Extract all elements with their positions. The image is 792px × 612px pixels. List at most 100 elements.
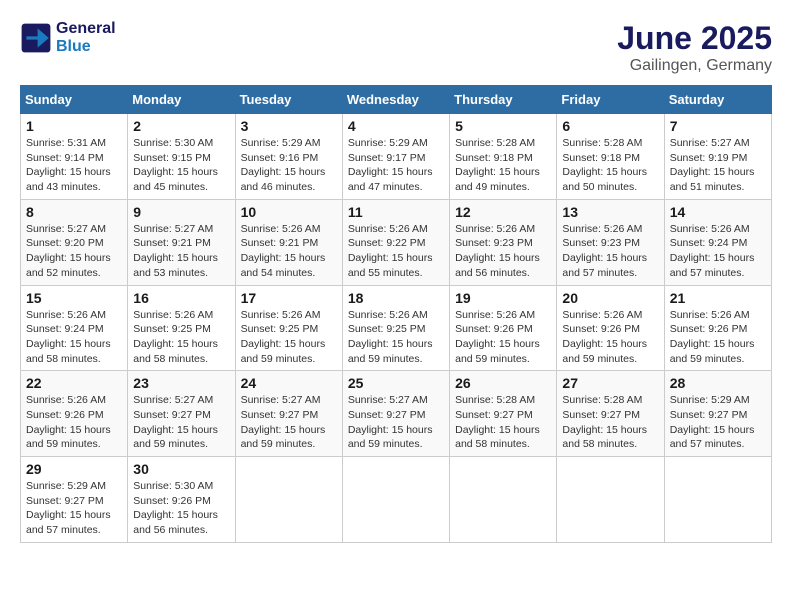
day-number: 27 [562,375,658,391]
calendar-cell: 15 Sunrise: 5:26 AMSunset: 9:24 PMDayligh… [21,285,128,371]
weekday-header: Sunday [21,86,128,114]
day-info: Sunrise: 5:27 AMSunset: 9:19 PMDaylight:… [670,136,766,195]
day-number: 9 [133,204,229,220]
day-number: 7 [670,118,766,134]
day-info: Sunrise: 5:26 AMSunset: 9:26 PMDaylight:… [670,308,766,367]
day-info: Sunrise: 5:29 AMSunset: 9:27 PMDaylight:… [26,479,122,538]
calendar-cell: 5 Sunrise: 5:28 AMSunset: 9:18 PMDaylight… [450,114,557,200]
day-number: 21 [670,290,766,306]
logo-icon [20,22,52,54]
month-title: June 2025 [617,20,772,57]
calendar-cell: 7 Sunrise: 5:27 AMSunset: 9:19 PMDaylight… [664,114,771,200]
logo: General Blue [20,20,116,56]
day-info: Sunrise: 5:29 AMSunset: 9:16 PMDaylight:… [241,136,337,195]
weekday-header: Wednesday [342,86,449,114]
weekday-header: Monday [128,86,235,114]
calendar-week-row: 8 Sunrise: 5:27 AMSunset: 9:20 PMDaylight… [21,199,772,285]
calendar-cell: 8 Sunrise: 5:27 AMSunset: 9:20 PMDaylight… [21,199,128,285]
day-number: 4 [348,118,444,134]
day-info: Sunrise: 5:26 AMSunset: 9:23 PMDaylight:… [562,222,658,281]
calendar-cell: 9Sunrise: 5:27 AMSunset: 9:21 PMDaylight… [128,199,235,285]
calendar-cell: 29 Sunrise: 5:29 AMSunset: 9:27 PMDayligh… [21,457,128,543]
weekday-header: Thursday [450,86,557,114]
day-number: 18 [348,290,444,306]
calendar-cell: 12 Sunrise: 5:26 AMSunset: 9:23 PMDayligh… [450,199,557,285]
day-info: Sunrise: 5:26 AMSunset: 9:25 PMDaylight:… [348,308,444,367]
weekday-header: Tuesday [235,86,342,114]
day-info: Sunrise: 5:27 AMSunset: 9:27 PMDaylight:… [241,393,337,452]
day-number: 10 [241,204,337,220]
calendar-cell [664,457,771,543]
day-number: 26 [455,375,551,391]
day-info: Sunrise: 5:30 AMSunset: 9:15 PMDaylight:… [133,136,229,195]
calendar-header-row: SundayMondayTuesdayWednesdayThursdayFrid… [21,86,772,114]
calendar-cell: 18 Sunrise: 5:26 AMSunset: 9:25 PMDayligh… [342,285,449,371]
day-number: 6 [562,118,658,134]
day-info: Sunrise: 5:27 AMSunset: 9:27 PMDaylight:… [348,393,444,452]
day-info: Sunrise: 5:26 AMSunset: 9:24 PMDaylight:… [670,222,766,281]
day-number: 8 [26,204,122,220]
day-number: 14 [670,204,766,220]
day-info: Sunrise: 5:28 AMSunset: 9:27 PMDaylight:… [455,393,551,452]
day-number: 3 [241,118,337,134]
day-number: 22 [26,375,122,391]
day-info: Sunrise: 5:26 AMSunset: 9:25 PMDaylight:… [241,308,337,367]
logo-text: General Blue [56,20,116,56]
day-number: 2 [133,118,229,134]
day-info: Sunrise: 5:26 AMSunset: 9:21 PMDaylight:… [241,222,337,281]
day-info: Sunrise: 5:27 AMSunset: 9:20 PMDaylight:… [26,222,122,281]
calendar-cell: 21 Sunrise: 5:26 AMSunset: 9:26 PMDayligh… [664,285,771,371]
day-number: 20 [562,290,658,306]
calendar-week-row: 15 Sunrise: 5:26 AMSunset: 9:24 PMDayligh… [21,285,772,371]
calendar-cell: 11 Sunrise: 5:26 AMSunset: 9:22 PMDayligh… [342,199,449,285]
calendar-cell: 6Sunrise: 5:28 AMSunset: 9:18 PMDaylight… [557,114,664,200]
calendar-table: SundayMondayTuesdayWednesdayThursdayFrid… [20,85,772,543]
day-number: 13 [562,204,658,220]
calendar-week-row: 29 Sunrise: 5:29 AMSunset: 9:27 PMDayligh… [21,457,772,543]
calendar-week-row: 1 Sunrise: 5:31 AMSunset: 9:14 PMDaylight… [21,114,772,200]
calendar-cell: 30Sunrise: 5:30 AMSunset: 9:26 PMDayligh… [128,457,235,543]
day-info: Sunrise: 5:30 AMSunset: 9:26 PMDaylight:… [133,479,229,538]
day-info: Sunrise: 5:26 AMSunset: 9:25 PMDaylight:… [133,308,229,367]
day-info: Sunrise: 5:26 AMSunset: 9:23 PMDaylight:… [455,222,551,281]
day-info: Sunrise: 5:27 AMSunset: 9:27 PMDaylight:… [133,393,229,452]
day-info: Sunrise: 5:26 AMSunset: 9:22 PMDaylight:… [348,222,444,281]
calendar-cell: 2 Sunrise: 5:30 AMSunset: 9:15 PMDaylight… [128,114,235,200]
day-number: 12 [455,204,551,220]
day-info: Sunrise: 5:28 AMSunset: 9:18 PMDaylight:… [455,136,551,195]
day-info: Sunrise: 5:31 AMSunset: 9:14 PMDaylight:… [26,136,122,195]
calendar-cell: 1 Sunrise: 5:31 AMSunset: 9:14 PMDaylight… [21,114,128,200]
day-number: 24 [241,375,337,391]
calendar-cell: 23 Sunrise: 5:27 AMSunset: 9:27 PMDayligh… [128,371,235,457]
day-info: Sunrise: 5:29 AMSunset: 9:17 PMDaylight:… [348,136,444,195]
calendar-cell [342,457,449,543]
title-area: June 2025 Gailingen, Germany [617,20,772,75]
day-info: Sunrise: 5:26 AMSunset: 9:26 PMDaylight:… [455,308,551,367]
calendar-cell: 17Sunrise: 5:26 AMSunset: 9:25 PMDayligh… [235,285,342,371]
weekday-header: Friday [557,86,664,114]
calendar-cell: 27Sunrise: 5:28 AMSunset: 9:27 PMDayligh… [557,371,664,457]
calendar-cell: 3 Sunrise: 5:29 AMSunset: 9:16 PMDaylight… [235,114,342,200]
calendar-cell [235,457,342,543]
day-number: 11 [348,204,444,220]
day-info: Sunrise: 5:26 AMSunset: 9:26 PMDaylight:… [26,393,122,452]
day-number: 16 [133,290,229,306]
weekday-header: Saturday [664,86,771,114]
day-info: Sunrise: 5:26 AMSunset: 9:26 PMDaylight:… [562,308,658,367]
day-info: Sunrise: 5:29 AMSunset: 9:27 PMDaylight:… [670,393,766,452]
day-number: 25 [348,375,444,391]
day-number: 1 [26,118,122,134]
calendar-cell: 19Sunrise: 5:26 AMSunset: 9:26 PMDayligh… [450,285,557,371]
calendar-cell: 4 Sunrise: 5:29 AMSunset: 9:17 PMDaylight… [342,114,449,200]
day-number: 23 [133,375,229,391]
calendar-week-row: 22 Sunrise: 5:26 AMSunset: 9:26 PMDayligh… [21,371,772,457]
calendar-cell: 13 Sunrise: 5:26 AMSunset: 9:23 PMDayligh… [557,199,664,285]
day-number: 5 [455,118,551,134]
day-info: Sunrise: 5:26 AMSunset: 9:24 PMDaylight:… [26,308,122,367]
day-number: 29 [26,461,122,477]
calendar-cell: 28 Sunrise: 5:29 AMSunset: 9:27 PMDayligh… [664,371,771,457]
calendar-cell: 14 Sunrise: 5:26 AMSunset: 9:24 PMDayligh… [664,199,771,285]
day-number: 28 [670,375,766,391]
calendar-cell: 22 Sunrise: 5:26 AMSunset: 9:26 PMDayligh… [21,371,128,457]
day-number: 15 [26,290,122,306]
